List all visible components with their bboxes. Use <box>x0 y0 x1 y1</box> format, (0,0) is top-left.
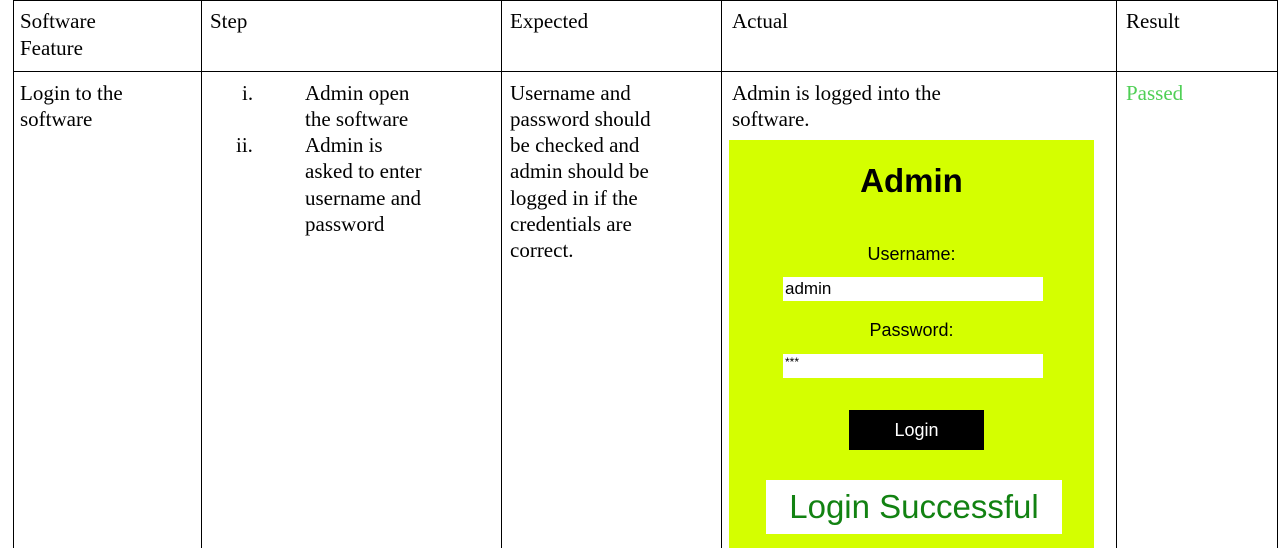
feature-line2: software <box>20 107 93 131</box>
col-line-1 <box>201 0 202 548</box>
table-border-top <box>13 0 1278 1</box>
actual-text: Admin is logged into the <box>732 81 941 105</box>
actual-text: software. <box>732 107 810 131</box>
feature-line1: Login to the <box>20 81 123 105</box>
step-text: Admin is <box>305 133 383 157</box>
login-button[interactable]: Login <box>849 410 984 450</box>
header-step: Step <box>210 9 248 33</box>
col-line-4 <box>1116 0 1117 548</box>
expected-text: admin should be <box>510 159 649 183</box>
col-line-3 <box>721 0 722 548</box>
step-marker: i. <box>242 81 254 105</box>
username-label: Username: <box>867 244 956 264</box>
step-text: password <box>305 212 385 236</box>
step-text: the software <box>305 107 409 131</box>
step-marker: ii. <box>236 133 253 157</box>
password-label: Password: <box>869 320 954 340</box>
login-screenshot: Admin Username: admin Password: *** Logi… <box>729 140 1094 548</box>
password-field[interactable]: *** <box>783 354 1043 378</box>
col-line-2 <box>501 0 502 548</box>
result-status: Passed <box>1126 81 1184 105</box>
expected-text: Username and <box>510 81 631 105</box>
expected-text: credentials are <box>510 212 632 236</box>
step-text: username and <box>305 186 422 210</box>
username-field[interactable]: admin <box>783 277 1043 301</box>
login-title: Admin <box>860 162 963 199</box>
expected-text: logged in if the <box>510 186 638 210</box>
expected-text: password should <box>510 107 651 131</box>
step-text: asked to enter <box>305 159 422 183</box>
test-case-table: Software Feature Step Expected Actual Re… <box>0 0 1278 548</box>
header-expected: Expected <box>510 9 589 33</box>
expected-text: be checked and <box>510 133 640 157</box>
login-success-message: Login Successful <box>766 480 1062 534</box>
header-software-feature-line2: Feature <box>20 36 83 60</box>
header-row-divider <box>13 71 1278 72</box>
col-line-0 <box>13 0 14 548</box>
header-actual: Actual <box>732 9 788 33</box>
step-text: Admin open <box>305 81 410 105</box>
header-result: Result <box>1126 9 1180 33</box>
header-software-feature-line1: Software <box>20 9 96 33</box>
expected-text: correct. <box>510 238 574 262</box>
